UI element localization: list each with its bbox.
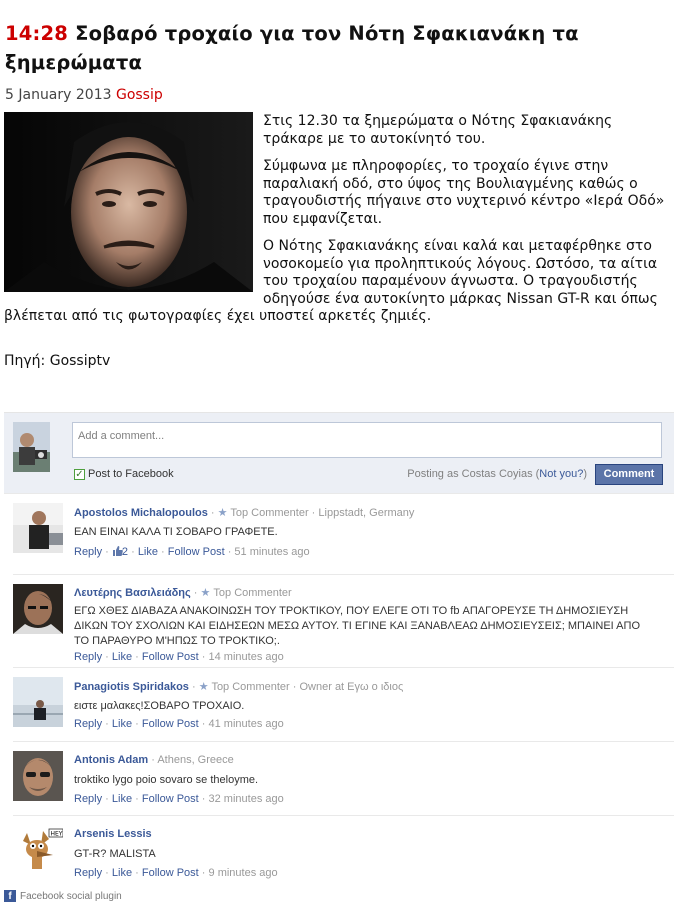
like-link[interactable]: Like bbox=[112, 651, 132, 663]
not-you-link[interactable]: Not you? bbox=[539, 468, 583, 480]
comment-input[interactable]: Add a comment... bbox=[72, 422, 662, 458]
comment-input-placeholder: Add a comment... bbox=[78, 430, 165, 442]
comment-actions: Reply · Like · Follow Post · 14 minutes … bbox=[74, 651, 284, 663]
commenter-location: Lippstadt, Germany bbox=[318, 507, 415, 519]
comment-timestamp: 32 minutes ago bbox=[208, 793, 284, 805]
post-to-facebook-label: Post to Facebook bbox=[88, 468, 174, 480]
comment-actions: Reply · Like · Follow Post · 41 minutes … bbox=[74, 718, 284, 730]
comment-text: GT-R? MALISTA bbox=[74, 848, 156, 860]
reply-link[interactable]: Reply bbox=[74, 651, 102, 663]
star-icon: ★ bbox=[217, 507, 228, 519]
post-to-facebook-option[interactable]: ✓ Post to Facebook bbox=[74, 468, 174, 480]
comment-text: ΕΑΝ ΕΙΝΑΙ ΚΑΛΑ ΤΙ ΣΟΒΑΡΟ ΓΡΑΦΕΤΕ. bbox=[74, 526, 278, 538]
comment-actions: Reply · Like · Follow Post · 32 minutes … bbox=[74, 793, 284, 805]
follow-post-link[interactable]: Follow Post bbox=[142, 651, 199, 663]
article-title: Σοβαρό τροχαίο για τον Νότη Σφακιανάκη τ… bbox=[5, 22, 579, 74]
comment-timestamp: 51 minutes ago bbox=[234, 546, 310, 558]
like-link[interactable]: Like bbox=[112, 793, 132, 805]
comment-submit-button[interactable]: Comment bbox=[595, 464, 663, 485]
article-date: 5 January 2013 bbox=[5, 87, 112, 103]
article-time: 14:28 bbox=[5, 22, 69, 45]
commenter-occupation: Owner at Εγω ο ιδιος bbox=[299, 681, 404, 693]
reply-link[interactable]: Reply bbox=[74, 793, 102, 805]
comment-header: Apostolos Michalopoulos · ★ Top Commente… bbox=[74, 507, 415, 519]
star-icon: ★ bbox=[200, 587, 211, 599]
follow-post-link[interactable]: Follow Post bbox=[168, 546, 225, 558]
reply-link[interactable]: Reply bbox=[74, 546, 102, 558]
posting-as-suffix: ) bbox=[583, 468, 587, 480]
commenter-badge: Top Commenter bbox=[230, 507, 309, 519]
commenter-badge: Top Commenter bbox=[213, 587, 292, 599]
facebook-comments-widget: Add a comment... ✓ Post to Facebook Post… bbox=[4, 412, 674, 910]
article-headline: 14:28 Σοβαρό τροχαίο για τον Νότη Σφακια… bbox=[5, 19, 645, 77]
follow-post-link[interactable]: Follow Post bbox=[142, 867, 199, 879]
comment-timestamp: 14 minutes ago bbox=[208, 651, 284, 663]
comment-text: troktiko lygo poio sovaro se theloyme. bbox=[74, 774, 259, 786]
article-category-link[interactable]: Gossip bbox=[116, 87, 163, 103]
commenter-avatar[interactable] bbox=[13, 503, 63, 553]
comment-actions: Reply · 2 · Like · Follow Post · 51 minu… bbox=[74, 546, 310, 558]
comment-header: Panagiotis Spiridakos · ★ Top Commenter … bbox=[74, 681, 404, 693]
facebook-plugin-label[interactable]: Facebook social plugin bbox=[20, 891, 122, 902]
follow-post-link[interactable]: Follow Post bbox=[142, 718, 199, 730]
like-link[interactable]: Like bbox=[112, 718, 132, 730]
commenter-avatar[interactable] bbox=[13, 751, 63, 801]
follow-post-link[interactable]: Follow Post bbox=[142, 793, 199, 805]
facebook-logo-icon[interactable]: f bbox=[4, 890, 16, 902]
commenter-location: Athens, Greece bbox=[157, 754, 234, 766]
post-to-facebook-checkbox[interactable]: ✓ bbox=[74, 468, 85, 480]
reply-link[interactable]: Reply bbox=[74, 867, 102, 879]
commenter-name-link[interactable]: Panagiotis Spiridakos bbox=[74, 681, 189, 693]
posting-as-info: Posting as Costas Coyias (Not you?) bbox=[407, 468, 587, 480]
commenter-name-link[interactable]: Apostolos Michalopoulos bbox=[74, 507, 208, 519]
comment-timestamp: 9 minutes ago bbox=[208, 867, 278, 879]
comment-actions: Reply · Like · Follow Post · 9 minutes a… bbox=[74, 867, 278, 879]
comment-text: ειστε μαλακες!ΣΟΒΑΡΟ ΤΡΟΧΑΙΟ. bbox=[74, 700, 245, 712]
commenter-avatar[interactable] bbox=[13, 584, 63, 634]
article-source: Πηγή: Gossiptv bbox=[4, 353, 111, 369]
comment-header: Antonis Adam · Athens, Greece bbox=[74, 754, 234, 766]
article-body: Στις 12.30 τα ξημερώματα ο Νότης Σφακιαν… bbox=[4, 113, 666, 336]
like-thumb-icon bbox=[112, 546, 123, 556]
facebook-plugin-footer: f Facebook social plugin bbox=[4, 890, 122, 902]
comment-header: Λευτέρης Βασιλειάδης · ★ Top Commenter bbox=[74, 587, 292, 599]
checkmark-icon: ✓ bbox=[75, 468, 84, 480]
commenter-avatar[interactable] bbox=[13, 677, 63, 727]
commenter-avatar[interactable]: HEY bbox=[13, 825, 63, 875]
commenter-name-link[interactable]: Arsenis Lessis bbox=[74, 828, 152, 840]
comment-timestamp: 41 minutes ago bbox=[208, 718, 284, 730]
star-icon: ★ bbox=[198, 681, 209, 693]
commenter-name-link[interactable]: Λευτέρης Βασιλειάδης bbox=[74, 587, 191, 599]
like-link[interactable]: Like bbox=[112, 867, 132, 879]
comment-form: Add a comment... ✓ Post to Facebook Post… bbox=[4, 412, 674, 493]
svg-text:HEY: HEY bbox=[51, 831, 63, 838]
commenter-name-link[interactable]: Antonis Adam bbox=[74, 754, 148, 766]
reply-link[interactable]: Reply bbox=[74, 718, 102, 730]
commenter-badge: Top Commenter bbox=[211, 681, 290, 693]
article-dateline: 5 January 2013 Gossip bbox=[5, 87, 163, 103]
comment-text: ΕΓΩ ΧΘΕΣ ΔΙΑΒΑΖΑ ΑΝΑΚΟΙΝΩΣΗ ΤΟΥ ΤΡΟΚΤΙΚΟ… bbox=[74, 605, 641, 647]
current-user-avatar bbox=[13, 422, 50, 472]
like-link[interactable]: Like bbox=[138, 546, 158, 558]
comment-header: Arsenis Lessis bbox=[74, 828, 152, 840]
posting-as-text: Posting as Costas Coyias ( bbox=[407, 468, 540, 480]
